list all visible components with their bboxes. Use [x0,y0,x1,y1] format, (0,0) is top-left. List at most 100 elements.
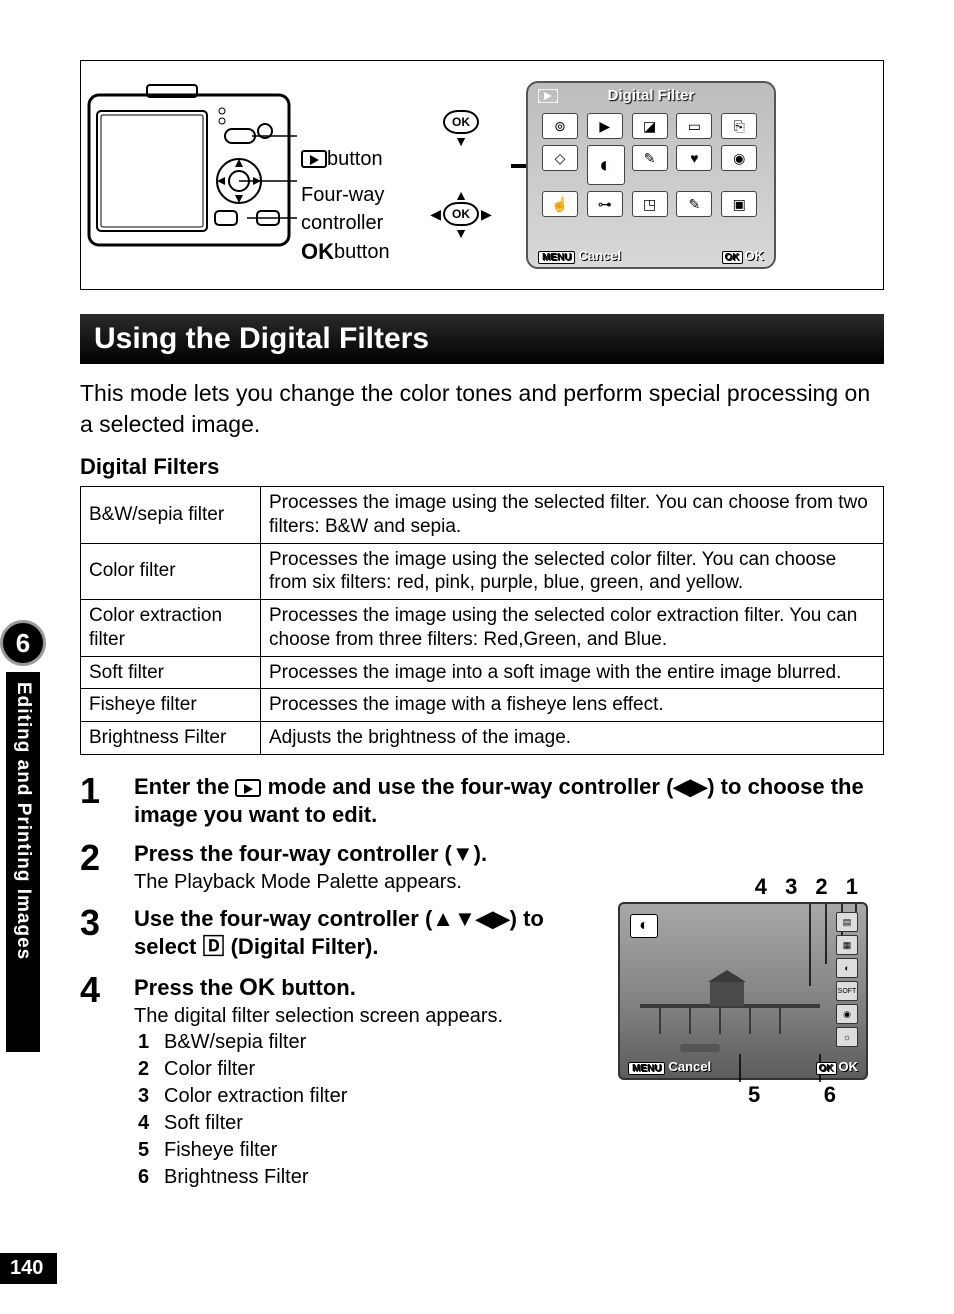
chapter-number-badge: 6 [0,620,46,666]
ok-label: OK [839,1059,859,1074]
palette-icon: ◳ [632,191,668,217]
sidebar-icon: ◉ [836,1004,858,1024]
filter-name-cell: Color extraction filter [81,600,261,657]
page-number: 140 [0,1253,57,1284]
filter-screen-figure: 4 3 2 1 ◐ ▤ [618,874,878,1108]
list-item: 4Soft filter [138,1110,574,1137]
palette-icon: ✎ [632,145,668,171]
list-item: 5Fisheye filter [138,1137,574,1164]
lcd-palette-preview: Digital Filter ⊚ ▶ ◪ ▭ ⎘ ◇ ◐ ✎ ♥ ◉ ☝ ⊶ ◳… [521,61,781,289]
lcd-screen: Digital Filter ⊚ ▶ ◪ ▭ ⎘ ◇ ◐ ✎ ♥ ◉ ☝ ⊶ ◳… [526,81,776,269]
list-item: 2Color filter [138,1056,574,1083]
ok-down-nav-icon: OK▼ [443,110,479,148]
ok-button-label: OK button [301,237,401,268]
palette-icon: ▭ [676,113,712,139]
step-title: Use the four-way controller (▲▼◀▶) to se… [134,905,574,962]
filter-desc-cell: Processes the image into a soft image wi… [261,656,884,689]
fourway-label-1: Four-way [301,181,401,209]
filter-desc-cell: Processes the image using the selected c… [261,543,884,600]
filter-sidebar: ▤ ▦ ◐ SOFT ◉ ☼ [836,912,858,1047]
play-icon [235,779,261,797]
filter-desc-cell: Processes the image using the selected f… [261,487,884,544]
ok-label: OK [745,248,765,263]
table-row: B&W/sepia filterProcesses the image usin… [81,487,884,544]
ok-nav-icons: OK▼ ▲ ◀OK▶ ▼ [401,61,521,289]
legend-5: 5 [748,1082,760,1108]
table-row: Fisheye filterProcesses the image with a… [81,689,884,722]
sidebar-icon: ▦ [836,935,858,955]
step-number: 4 [80,972,134,1191]
palette-icon: ♥ [676,145,712,171]
palette-icon: ▶ [587,113,623,139]
sidebar-icon: ▤ [836,912,858,932]
step-title: Press the OK button. [134,972,574,1003]
screen-bottom-bar: MENUCancel OKOK [628,1059,858,1074]
filter-desc-cell: Processes the image with a fisheye lens … [261,689,884,722]
menu-badge: MENU [538,251,575,264]
table-heading: Digital Filters [80,454,884,480]
palette-icon: ◉ [721,145,757,171]
ok-badge: OK [722,251,743,264]
filter-desc-cell: Processes the image using the selected c… [261,600,884,657]
chapter-label: Editing and Printing Images [12,682,34,960]
list-item: 1B&W/sepia filter [138,1029,574,1056]
legend-6: 6 [824,1082,836,1108]
filter-name-cell: Brightness Filter [81,722,261,755]
step-number: 3 [80,905,134,962]
palette-grid: ⊚ ▶ ◪ ▭ ⎘ ◇ ◐ ✎ ♥ ◉ ☝ ⊶ ◳ ✎ ▣ [542,113,760,217]
filter-name-cell: Soft filter [81,656,261,689]
camera-back-illustration [81,61,301,289]
sidebar-icon: ☼ [836,1027,858,1047]
filter-desc-cell: Adjusts the brightness of the image. [261,722,884,755]
sidebar-soft-icon: SOFT [836,981,858,1001]
section-intro: This mode lets you change the color tone… [80,378,884,440]
step-number: 2 [80,840,134,895]
table-row: Color extraction filterProcesses the ima… [81,600,884,657]
filters-table: B&W/sepia filterProcesses the image usin… [80,486,884,755]
camera-svg [87,81,297,261]
step-1: 1 Enter the mode and use the four-way co… [80,773,884,830]
section-heading: Using the Digital Filters [80,314,884,364]
list-item: 6Brightness Filter [138,1164,574,1191]
step-title: Enter the mode and use the four-way cont… [134,773,884,830]
play-icon [301,150,327,168]
table-row: Brightness FilterAdjusts the brightness … [81,722,884,755]
palette-icon: ☝ [542,191,578,217]
step-title: Press the four-way controller (▼). [134,840,884,869]
filter-selection-screen: ◐ ▤ ▦ ◐ [618,902,868,1080]
cancel-label: Cancel [668,1059,711,1074]
sidebar-icon: ◐ [836,958,858,978]
callout-lines [620,904,870,1082]
palette-icon-selected: ◐ [587,145,625,185]
palette-icon: ◪ [632,113,668,139]
camera-controls-diagram: button Four-way controller OK button OK▼… [80,60,884,290]
filter-name-cell: B&W/sepia filter [81,487,261,544]
step-number: 1 [80,773,134,830]
fourway-label-2: controller [301,209,401,237]
list-item: 3Color extraction filter [138,1083,574,1110]
ok-fourway-nav-icon: ▲ ◀OK▶ ▼ [430,188,492,240]
table-row: Soft filterProcesses the image into a so… [81,656,884,689]
step-desc: The digital filter selection screen appe… [134,1003,574,1029]
filter-legend-list: 1B&W/sepia filter2Color filter3Color ext… [134,1029,574,1191]
menu-badge: MENU [628,1062,665,1075]
filter-name-cell: Fisheye filter [81,689,261,722]
table-row: Color filterProcesses the image using th… [81,543,884,600]
ok-badge: OK [816,1062,837,1075]
cancel-label: Cancel [578,248,621,263]
diagram-labels: button Four-way controller OK button [301,61,401,289]
lcd-bottom-bar: MENUCancel OKOK [538,248,764,263]
chapter-side-tab: 6 Editing and Printing Images [0,620,46,1052]
play-button-label: button [301,145,401,173]
palette-icon: ⎘ [721,113,757,139]
palette-icon: ⊚ [542,113,578,139]
lcd-title: Digital Filter [528,87,774,104]
palette-icon: ⊶ [587,191,623,217]
callout-numbers-top: 4 3 2 1 [618,874,878,900]
callout-numbers-bottom: 5 6 [618,1080,878,1108]
manual-page: 6 Editing and Printing Images 140 [0,0,954,1314]
palette-icon: ◇ [542,145,578,171]
filter-name-cell: Color filter [81,543,261,600]
palette-icon: ▣ [721,191,757,217]
chapter-label-bar: Editing and Printing Images [6,672,40,1052]
